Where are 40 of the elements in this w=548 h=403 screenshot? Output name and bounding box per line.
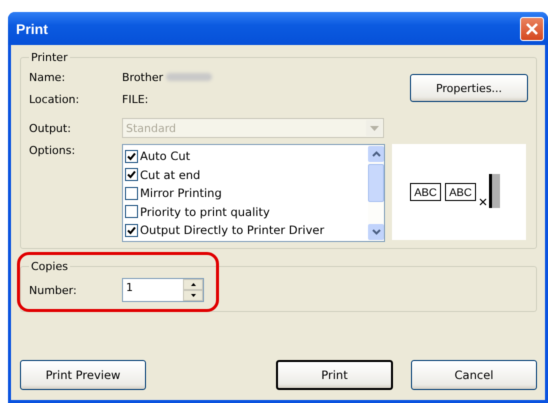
- option-item[interactable]: Output Directly to Printer Driver: [123, 221, 368, 240]
- scroll-down-icon: [372, 229, 380, 235]
- field-label: Name:: [29, 70, 66, 84]
- option-label: Mirror Printing: [140, 186, 222, 200]
- option-item[interactable]: Mirror Printing: [123, 184, 368, 202]
- checkbox[interactable]: [125, 168, 138, 182]
- group-label: Copies: [30, 260, 69, 273]
- close-icon: [525, 22, 539, 36]
- dropdown-arrow-icon: [370, 126, 378, 130]
- scrollbar[interactable]: [368, 145, 384, 241]
- option-item[interactable]: Priority to print quality: [123, 202, 368, 221]
- dialog-button[interactable]: Print: [276, 360, 393, 390]
- properties-button[interactable]: Properties...: [410, 74, 528, 102]
- spin-up-icon: [190, 283, 196, 286]
- option-label: Output Directly to Printer Driver: [140, 223, 324, 238]
- option-label: Priority to print quality: [140, 204, 270, 219]
- field-value: Brother: [122, 70, 164, 84]
- window-title: Print: [16, 20, 48, 36]
- copies-spinner[interactable]: 1: [122, 278, 204, 302]
- checkbox[interactable]: [125, 224, 138, 237]
- checkbox[interactable]: [125, 205, 138, 218]
- field-label: Options:: [29, 144, 76, 157]
- label-preview-drawing: ABC ABC: [410, 172, 518, 212]
- close-button[interactable]: [520, 16, 544, 40]
- option-label: Cut at end: [140, 168, 200, 182]
- group-label: Printer: [30, 51, 69, 64]
- spin-down-icon: [190, 294, 196, 297]
- redacted-blur: [166, 73, 212, 81]
- option-label: Auto Cut: [140, 149, 190, 164]
- dialog-button[interactable]: Print Preview: [20, 360, 146, 390]
- scroll-up-icon: [372, 151, 380, 157]
- field-value: FILE:: [122, 92, 148, 106]
- checkbox[interactable]: [125, 150, 138, 163]
- field-label: Output:: [29, 122, 72, 134]
- option-item[interactable]: Cut at end: [123, 166, 368, 184]
- option-item[interactable]: Auto Cut: [123, 147, 368, 166]
- checkbox[interactable]: [125, 186, 138, 200]
- field-label: Location:: [29, 92, 80, 106]
- dialog-button[interactable]: Cancel: [411, 360, 537, 390]
- field-label: Number:: [29, 284, 78, 296]
